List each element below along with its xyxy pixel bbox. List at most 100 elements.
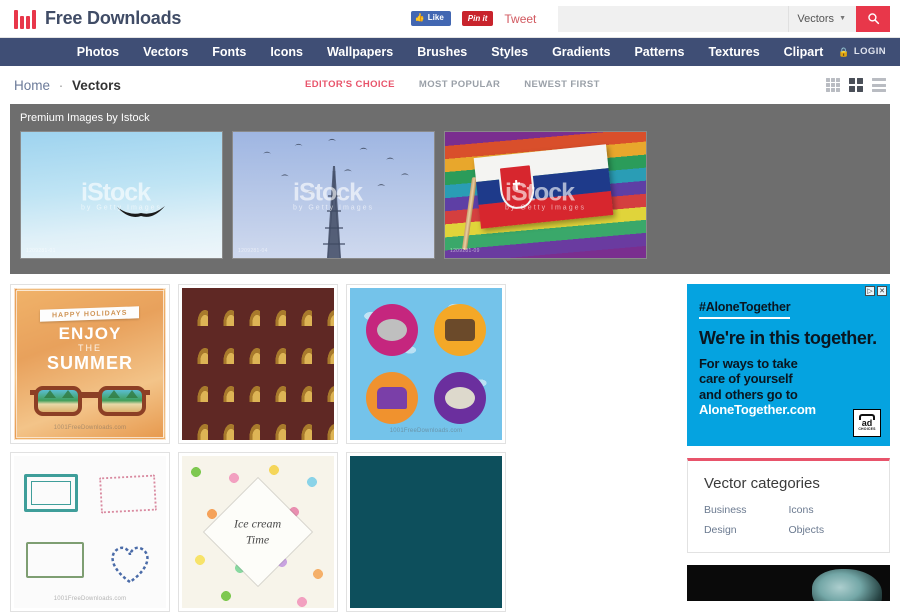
content-area: HAPPY HOLIDAYS ENJOY THE SUMMER 1001Free… bbox=[10, 274, 890, 613]
grid-item-ogee-leaf-pattern[interactable] bbox=[178, 284, 338, 444]
nav-item-brushes[interactable]: Brushes bbox=[405, 38, 479, 66]
grid-item-ice-cream-pattern[interactable]: Ice cream Time bbox=[178, 452, 338, 612]
logo-text: Free Downloads bbox=[45, 8, 182, 28]
thumbnail-image: 1001FreeDownloads.com bbox=[350, 288, 502, 440]
sidebar: ▷ ✕ #AloneTogether We're in this togethe… bbox=[686, 284, 890, 613]
premium-thumbnail-row: iStock by Getty Images 1209281-01 iStock… bbox=[20, 131, 880, 259]
facebook-like-label: Like bbox=[427, 13, 444, 23]
list-view-icon[interactable] bbox=[872, 78, 886, 92]
breadcrumb-current: Vectors bbox=[72, 77, 121, 93]
logo-bars-icon bbox=[14, 9, 36, 29]
nav-item-fonts[interactable]: Fonts bbox=[200, 38, 258, 66]
vector-categories-panel: Vector categories Business Icons Design … bbox=[686, 458, 890, 553]
main-navigation: Photos Vectors Fonts Icons Wallpapers Br… bbox=[0, 38, 900, 66]
advertisement-alone-together[interactable]: ▷ ✕ #AloneTogether We're in this togethe… bbox=[686, 284, 890, 446]
ad-headline: We're in this together. bbox=[698, 328, 877, 348]
nav-item-clipart[interactable]: Clipart bbox=[772, 38, 836, 66]
premium-thumbnail-bird[interactable]: iStock by Getty Images 1209281-01 bbox=[20, 131, 223, 259]
thumbnail-image: Ice cream Time bbox=[182, 456, 334, 608]
ad-body-text: For ways to take care of yourself and ot… bbox=[699, 356, 878, 418]
category-link-business[interactable]: Business bbox=[704, 504, 789, 516]
premium-thumbnail-slovakia-flag[interactable]: ✝ iStock by Getty Images 1209281-09 bbox=[444, 131, 647, 259]
adchoices-badge-icon[interactable]: ad CHOICES bbox=[853, 409, 881, 437]
sketch-heart-icon bbox=[111, 546, 149, 584]
site-logo[interactable]: Free Downloads bbox=[14, 8, 181, 29]
breadcrumb-home[interactable]: Home bbox=[14, 78, 50, 93]
ad-badge-sub: CHOICES bbox=[858, 427, 876, 432]
sketch-frame-teal bbox=[24, 474, 78, 512]
premium-image-id: 1209281-04 bbox=[238, 248, 268, 254]
filter-most-popular[interactable]: MOST POPULAR bbox=[419, 66, 500, 104]
vector-categories-list: Business Icons Design Objects bbox=[704, 504, 873, 536]
adchoices-controls: ▷ ✕ bbox=[865, 286, 887, 296]
pinterest-label: Pin it bbox=[467, 14, 488, 23]
nav-item-textures[interactable]: Textures bbox=[696, 38, 771, 66]
premium-thumbnail-tower[interactable]: iStock by Getty Images 1209281-04 bbox=[232, 131, 435, 259]
nav-item-gradients[interactable]: Gradients bbox=[540, 38, 622, 66]
chevron-down-icon: ▼ bbox=[839, 15, 846, 22]
circle-icon-1 bbox=[366, 304, 418, 356]
sort-filters: EDITOR'S CHOICE MOST POPULAR NEWEST FIRS… bbox=[305, 66, 600, 104]
login-button[interactable]: 🔒 LOGIN bbox=[838, 38, 886, 66]
tweet-link[interactable]: Tweet bbox=[504, 12, 536, 26]
sub-header-bar: Home · Vectors EDITOR'S CHOICE MOST POPU… bbox=[0, 66, 900, 104]
nav-items: Photos Vectors Fonts Icons Wallpapers Br… bbox=[65, 38, 836, 66]
search-input[interactable] bbox=[558, 5, 789, 32]
thumbnail-image: 1001FreeDownloads.com bbox=[14, 456, 166, 608]
vector-categories-title: Vector categories bbox=[703, 475, 820, 492]
adchoices-close-icon[interactable]: ✕ bbox=[877, 286, 887, 296]
ad-body-line-1: For ways to take bbox=[698, 355, 798, 371]
nav-item-icons[interactable]: Icons bbox=[258, 38, 315, 66]
sketch-frame-pink bbox=[99, 474, 157, 514]
category-link-icons[interactable]: Icons bbox=[788, 504, 873, 516]
grid-item-sketch-frames[interactable]: 1001FreeDownloads.com bbox=[10, 452, 170, 612]
circle-icon-3 bbox=[366, 372, 418, 424]
premium-image-id: 1209281-09 bbox=[450, 248, 480, 254]
sunglasses-icon bbox=[30, 386, 150, 416]
facebook-like-button[interactable]: 👍 Like bbox=[410, 11, 451, 26]
thumbs-up-icon: 👍 bbox=[414, 13, 425, 23]
view-mode-toggle bbox=[826, 66, 886, 104]
poster-line-1: ENJOY bbox=[58, 324, 122, 343]
poster-line-2: THE bbox=[78, 343, 102, 353]
login-label: LOGIN bbox=[853, 46, 886, 57]
ad-url[interactable]: AloneTogether.com bbox=[699, 402, 816, 417]
ad-body-line-2: care of yourself bbox=[698, 371, 793, 387]
pinterest-pin-button[interactable]: Pin it bbox=[461, 11, 494, 26]
ad-body-line-3: and others go to bbox=[698, 386, 798, 402]
nav-item-patterns[interactable]: Patterns bbox=[622, 38, 696, 66]
bottom-dark-advertisement[interactable] bbox=[686, 565, 890, 601]
grid-small-view-icon[interactable] bbox=[826, 78, 840, 92]
grid-item-teal-geometric-pattern[interactable] bbox=[346, 452, 506, 612]
bird-silhouette-icon bbox=[117, 205, 166, 217]
search-box: Vectors ▼ bbox=[558, 5, 890, 32]
grid-large-view-icon[interactable] bbox=[849, 78, 863, 92]
ice-cream-title-line-1: Ice cream bbox=[234, 516, 282, 531]
filter-editors-choice[interactable]: EDITOR'S CHOICE bbox=[305, 66, 395, 104]
social-buttons: 👍 Like Pin it Tweet bbox=[410, 11, 536, 26]
category-link-design[interactable]: Design bbox=[704, 524, 789, 536]
nav-item-vectors[interactable]: Vectors bbox=[131, 38, 200, 66]
poster-line-3: SUMMER bbox=[47, 353, 133, 373]
search-category-dropdown[interactable]: Vectors ▼ bbox=[788, 5, 856, 32]
adchoices-info-icon[interactable]: ▷ bbox=[865, 286, 875, 296]
category-link-objects[interactable]: Objects bbox=[788, 524, 873, 536]
nav-item-styles[interactable]: Styles bbox=[479, 38, 540, 66]
breadcrumb-separator: · bbox=[58, 77, 64, 93]
grid-item-summer-poster[interactable]: HAPPY HOLIDAYS ENJOY THE SUMMER 1001Free… bbox=[10, 284, 170, 444]
flag-pole bbox=[462, 177, 478, 251]
site-header: Free Downloads 👍 Like Pin it Tweet Vecto… bbox=[0, 0, 900, 38]
slovakia-flag-icon: ✝ bbox=[473, 144, 614, 229]
filter-newest-first[interactable]: NEWEST FIRST bbox=[524, 66, 600, 104]
search-icon bbox=[867, 13, 879, 25]
image-watermark: 1001FreeDownloads.com bbox=[53, 596, 127, 602]
image-watermark: 1001FreeDownloads.com bbox=[53, 425, 127, 431]
premium-image-id: 1209281-01 bbox=[26, 248, 56, 254]
nav-item-wallpapers[interactable]: Wallpapers bbox=[315, 38, 405, 66]
ice-cream-label-diamond: Ice cream Time bbox=[204, 478, 312, 586]
search-button[interactable] bbox=[856, 5, 890, 32]
nav-item-photos[interactable]: Photos bbox=[65, 38, 131, 66]
circle-icon-2 bbox=[434, 304, 486, 356]
image-watermark: 1001FreeDownloads.com bbox=[389, 428, 463, 434]
grid-item-circle-icons[interactable]: 1001FreeDownloads.com bbox=[346, 284, 506, 444]
